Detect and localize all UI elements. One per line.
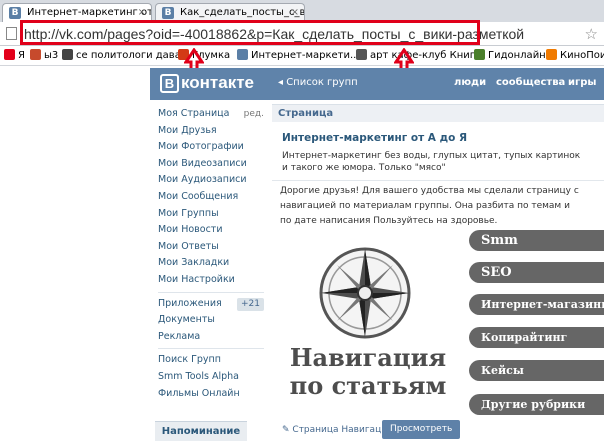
navigation-heading: Навигация по статьям xyxy=(289,343,447,400)
bookmarks-bar: Я ы3 се политологи дава... Глумка Интерн… xyxy=(0,46,604,66)
tab-label: Как_сделать_посты_с_ви xyxy=(180,7,305,18)
rubric-other[interactable]: Другие рубрики xyxy=(469,394,604,415)
left-menu: Моя Страница ред. Мои Друзья Мои Фотограф… xyxy=(158,106,268,402)
menu-messages[interactable]: Мои Сообщения xyxy=(158,189,268,206)
menu-documents[interactable]: Документы xyxy=(158,312,268,329)
menu-divider xyxy=(158,348,264,350)
bookmark-icon xyxy=(30,49,41,60)
bookmark-y3[interactable]: ы3 xyxy=(30,49,58,63)
rubric-cases[interactable]: Кейсы xyxy=(469,360,604,381)
star-icon[interactable]: ☆ xyxy=(585,25,598,43)
menu-divider xyxy=(158,291,264,293)
nav-games[interactable]: игры xyxy=(568,77,596,88)
rubric-smm[interactable]: Smm xyxy=(469,230,604,251)
menu-group-search[interactable]: Поиск Групп xyxy=(158,352,268,369)
rubric-online-stores[interactable]: Интернет-магазины xyxy=(469,294,604,315)
compass-icon xyxy=(319,247,411,339)
url-highlight-frame xyxy=(20,20,480,45)
bookmark-internet-marketing[interactable]: Интернет-маркети... xyxy=(237,49,360,63)
kinopoisk-icon xyxy=(546,49,557,60)
yandex-icon xyxy=(4,49,15,60)
menu-videos[interactable]: Мои Видеозаписи xyxy=(158,156,268,173)
intro-text: Дорогие друзья! Для вашего удобства мы с… xyxy=(280,186,579,226)
preview-button[interactable]: Просмотреть xyxy=(382,420,461,439)
bookmark-icon xyxy=(62,49,73,60)
rubric-seo[interactable]: SEO xyxy=(469,262,604,283)
menu-groups[interactable]: Мои Группы xyxy=(158,206,268,223)
menu-smm-tools[interactable]: Smm Tools Alpha xyxy=(158,369,268,386)
breadcrumb: Страница xyxy=(272,104,604,122)
bookmark-kinopoisk[interactable]: КиноПоис xyxy=(546,49,604,63)
reminder-box[interactable]: Напоминание xyxy=(155,421,247,441)
menu-audios[interactable]: Мои Аудиозаписи xyxy=(158,172,268,189)
vk-icon xyxy=(237,49,248,60)
nav-people[interactable]: люди xyxy=(454,77,486,88)
menu-films-online[interactable]: Фильмы Онлайн xyxy=(158,386,268,403)
bookmark-politologi[interactable]: се политологи дава... xyxy=(62,49,190,63)
menu-my-page[interactable]: Моя Страница ред. xyxy=(158,106,268,123)
edit-link[interactable]: ред. xyxy=(244,106,264,123)
wiki-page-content: Страница Интернет-маркетинг от А до Я Ин… xyxy=(272,100,604,441)
nav-communities[interactable]: сообщества xyxy=(496,77,565,88)
menu-news[interactable]: Мои Новости xyxy=(158,222,268,239)
group-description: Интернет-маркетинг без воды, глупых цита… xyxy=(282,151,581,173)
menu-bookmarks[interactable]: Мои Закладки xyxy=(158,255,268,272)
vk-logo[interactable]: Bконтакте xyxy=(160,73,254,93)
vk-header: Bконтакте ◂ Список групп люди сообщества… xyxy=(150,68,604,100)
group-list-link[interactable]: ◂ Список групп xyxy=(278,77,358,88)
bookmark-yandex[interactable]: Я xyxy=(4,49,25,63)
group-title[interactable]: Интернет-маркетинг от А до Я xyxy=(282,132,467,144)
menu-answers[interactable]: Мои Ответы xyxy=(158,239,268,256)
menu-friends[interactable]: Мои Друзья xyxy=(158,123,268,140)
rubric-copywriting[interactable]: Копирайтинг xyxy=(469,327,604,348)
browser-tab-bar: B Интернет-маркетинг от A × B Как_сделат… xyxy=(0,0,604,22)
bookmark-gidonline[interactable]: Гидонлайн xyxy=(474,49,546,63)
tab-label: Интернет-маркетинг от A xyxy=(27,7,152,18)
vk-favicon-icon: B xyxy=(162,7,174,19)
bookmark-icon xyxy=(356,49,367,60)
bookmark-icon xyxy=(474,49,485,60)
divider xyxy=(272,180,604,181)
vk-favicon-icon: B xyxy=(9,7,21,19)
menu-ads[interactable]: Реклама xyxy=(158,329,268,346)
menu-photos[interactable]: Мои Фотографии xyxy=(158,139,268,156)
page-nav-link[interactable]: ✎ Страница Навигация xyxy=(282,425,392,435)
page-icon xyxy=(6,27,17,40)
menu-apps[interactable]: Приложения +21 xyxy=(158,296,268,313)
menu-settings[interactable]: Мои Настройки xyxy=(158,272,268,289)
apps-count-badge: +21 xyxy=(237,297,264,311)
page-edit-icon: ✎ xyxy=(282,425,293,435)
bookmark-art-cafe[interactable]: арт кафе-клуб Книг... xyxy=(356,49,485,63)
